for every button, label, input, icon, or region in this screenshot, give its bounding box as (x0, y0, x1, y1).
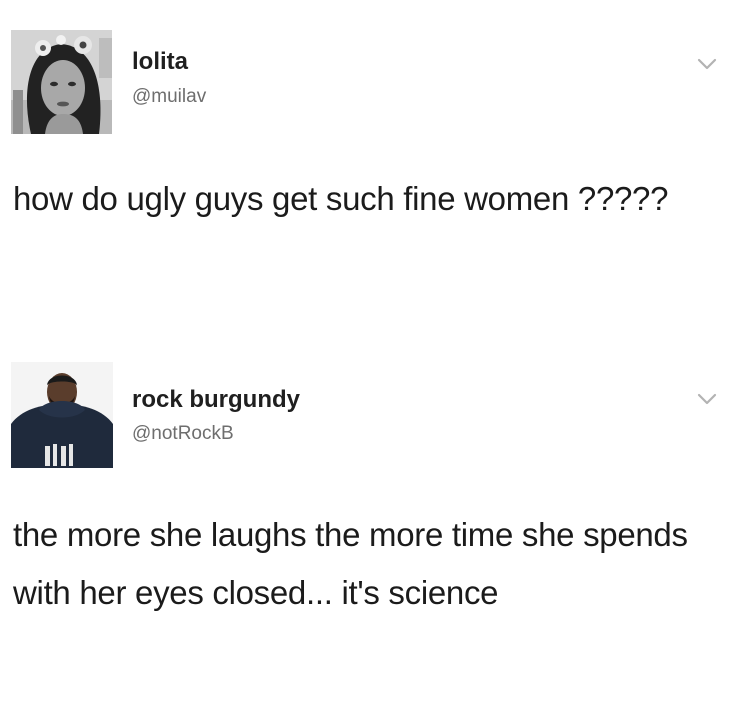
avatar[interactable] (11, 362, 113, 468)
tweet: rock burgundy @notRockB the more she lau… (0, 330, 749, 709)
display-name[interactable]: rock burgundy (132, 386, 300, 414)
chevron-down-icon[interactable] (696, 57, 718, 71)
tweet: lolita @muilav how do ugly guys get such… (0, 0, 749, 330)
avatar-image (11, 362, 113, 468)
user-handle[interactable]: @muilav (132, 86, 206, 108)
display-name[interactable]: lolita (132, 48, 188, 76)
user-handle[interactable]: @notRockB (132, 423, 234, 445)
avatar-image (11, 30, 112, 134)
tweet-text: how do ugly guys get such fine women ???… (13, 180, 669, 217)
tweet-text: the more she laughs the more time she sp… (13, 516, 688, 611)
avatar[interactable] (11, 30, 112, 134)
chevron-down-icon[interactable] (696, 392, 718, 406)
